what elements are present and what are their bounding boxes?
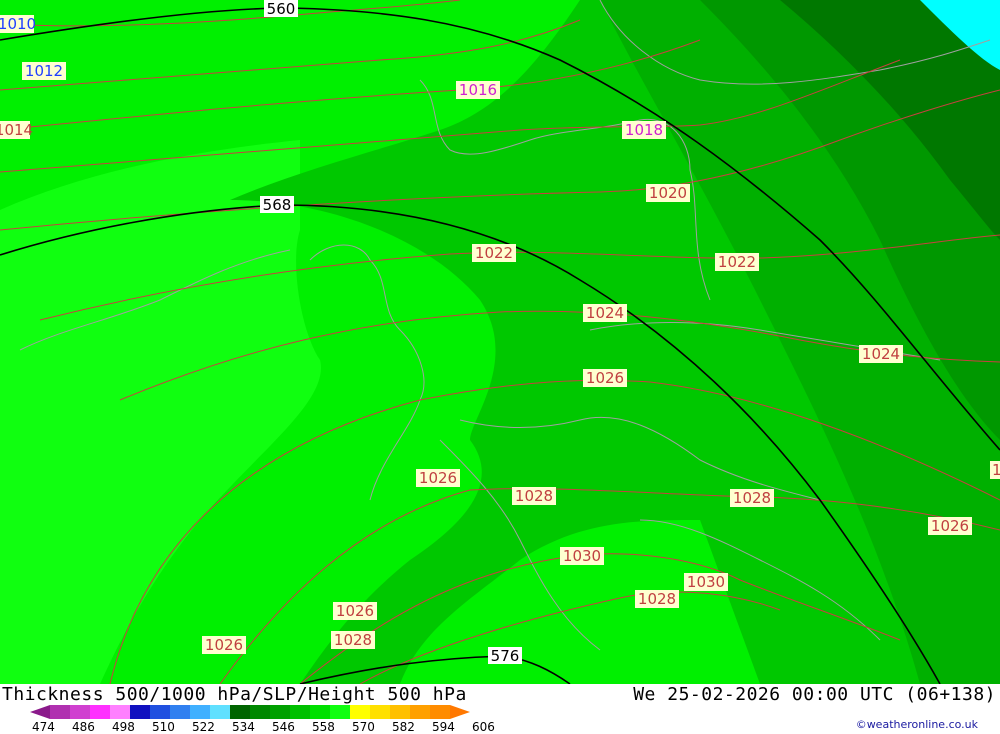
colorbar-swatch	[90, 705, 110, 719]
slp-label: 1026	[928, 517, 972, 535]
slp-label: 1	[990, 461, 1000, 479]
slp-label: 1016	[456, 81, 500, 99]
svg-text:1026: 1026	[586, 369, 624, 387]
svg-text:568: 568	[263, 196, 292, 214]
svg-text:1026: 1026	[931, 517, 969, 535]
colorbar-ticks: 474 486 498 510 522 534 546 558 570 582 594 606	[0, 720, 520, 734]
colorbar-tick-label: 582	[392, 720, 415, 734]
colorbar-swatch	[270, 705, 290, 719]
slp-label: 1030	[560, 547, 604, 565]
colorbar-tick-label: 570	[352, 720, 375, 734]
colorbar-swatch	[370, 705, 390, 719]
slp-label: 1010	[0, 15, 36, 33]
svg-text:1014: 1014	[0, 121, 33, 139]
colorbar-swatch	[250, 705, 270, 719]
colorbar-swatch	[330, 705, 350, 719]
slp-label: 1026	[583, 369, 627, 387]
svg-text:1018: 1018	[625, 121, 663, 139]
thickness-colorbar	[30, 705, 470, 719]
svg-text:560: 560	[267, 0, 296, 18]
colorbar-swatch	[450, 705, 470, 719]
colorbar-tick-label: 498	[112, 720, 135, 734]
colorbar-swatch	[410, 705, 430, 719]
colorbar-swatch	[210, 705, 230, 719]
colorbar-swatch	[190, 705, 210, 719]
svg-text:1026: 1026	[205, 636, 243, 654]
colorbar-swatch	[350, 705, 370, 719]
svg-text:1024: 1024	[862, 345, 900, 363]
height-label: 560	[264, 0, 298, 18]
slp-label: 1030	[684, 573, 728, 591]
slp-label: 1012	[22, 62, 66, 80]
svg-text:1012: 1012	[25, 62, 63, 80]
colorbar-tick-label: 594	[432, 720, 455, 734]
slp-label: 1026	[333, 602, 377, 620]
svg-text:1016: 1016	[459, 81, 497, 99]
colorbar-swatch	[310, 705, 330, 719]
weather-map: 1010 1012 1014 1016 1018 1020 1022 1022 …	[0, 0, 1000, 684]
colorbar-swatch	[390, 705, 410, 719]
slp-label: 1028	[512, 487, 556, 505]
slp-label: 1022	[715, 253, 759, 271]
slp-label: 1028	[331, 631, 375, 649]
slp-label: 1014	[0, 121, 33, 139]
legend-footer: Thickness 500/1000 hPa/SLP/Height 500 hP…	[0, 684, 1000, 734]
credit-text: ©weatheronline.co.uk	[855, 718, 978, 731]
slp-label: 1026	[416, 469, 460, 487]
height-label: 568	[260, 196, 294, 214]
slp-label: 1028	[730, 489, 774, 507]
svg-text:1024: 1024	[586, 304, 624, 322]
svg-text:1030: 1030	[687, 573, 725, 591]
colorbar-tick-label: 606	[472, 720, 495, 734]
colorbar-swatch	[150, 705, 170, 719]
slp-label: 1026	[202, 636, 246, 654]
colorbar-swatch	[130, 705, 150, 719]
colorbar-tick-label: 522	[192, 720, 215, 734]
slp-label: 1018	[622, 121, 666, 139]
chart-title: Thickness 500/1000 hPa/SLP/Height 500 hP…	[2, 684, 467, 705]
slp-label: 1022	[472, 244, 516, 262]
colorbar-swatch	[230, 705, 250, 719]
svg-text:1028: 1028	[515, 487, 553, 505]
svg-text:1022: 1022	[718, 253, 756, 271]
svg-text:1028: 1028	[638, 590, 676, 608]
slp-label: 1020	[646, 184, 690, 202]
svg-text:1028: 1028	[733, 489, 771, 507]
valid-time: We 25-02-2026 00:00 UTC (06+138)	[633, 684, 996, 705]
colorbar-swatch	[170, 705, 190, 719]
colorbar-tick-label: 486	[72, 720, 95, 734]
colorbar-tick-label: 546	[272, 720, 295, 734]
svg-text:1020: 1020	[649, 184, 687, 202]
colorbar-tick-label: 558	[312, 720, 335, 734]
colorbar-swatch	[70, 705, 90, 719]
colorbar-tick-label: 534	[232, 720, 255, 734]
slp-label: 1024	[859, 345, 903, 363]
colorbar-swatch	[30, 705, 50, 719]
svg-text:1030: 1030	[563, 547, 601, 565]
colorbar-swatch	[50, 705, 70, 719]
colorbar-swatch	[430, 705, 450, 719]
slp-label: 1028	[635, 590, 679, 608]
svg-text:1026: 1026	[419, 469, 457, 487]
height-label: 576	[488, 647, 522, 665]
colorbar-swatch	[110, 705, 130, 719]
colorbar-tick-label: 474	[32, 720, 55, 734]
svg-text:1010: 1010	[0, 15, 36, 33]
slp-label: 1024	[583, 304, 627, 322]
svg-text:1: 1	[992, 461, 1000, 479]
svg-text:1028: 1028	[334, 631, 372, 649]
colorbar-tick-label: 510	[152, 720, 175, 734]
svg-text:1022: 1022	[475, 244, 513, 262]
colorbar-swatch	[290, 705, 310, 719]
svg-text:1026: 1026	[336, 602, 374, 620]
svg-text:576: 576	[491, 647, 520, 665]
